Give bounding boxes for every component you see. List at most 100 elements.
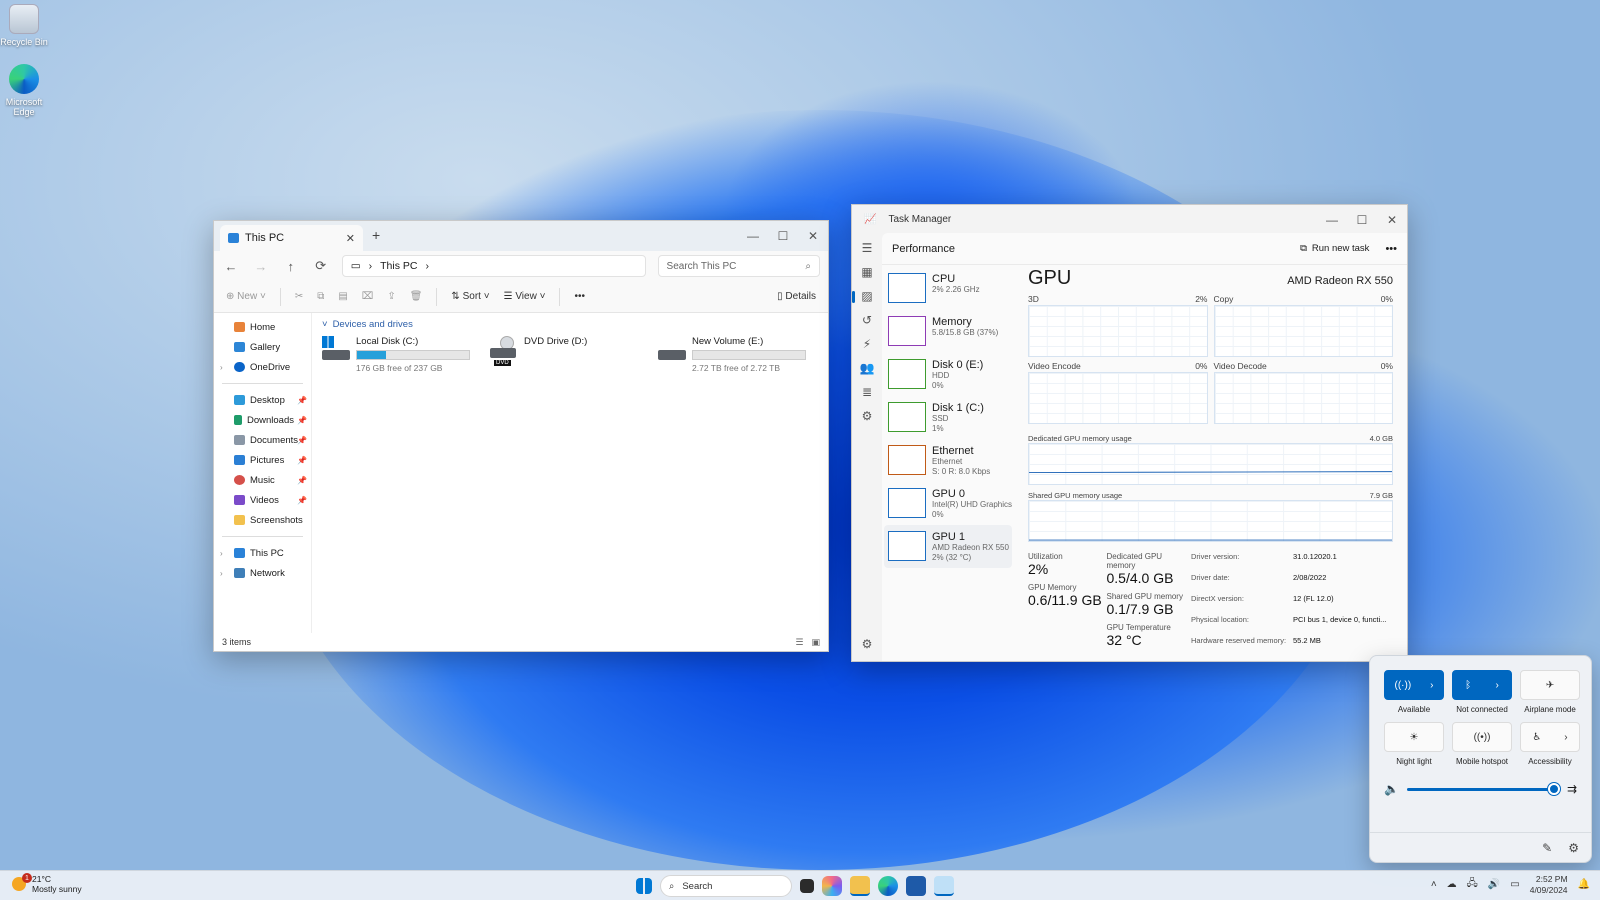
nav-screenshots[interactable]: Screenshots [214, 510, 311, 530]
address-bar[interactable]: ▭ › This PC › [341, 255, 646, 277]
pin-icon[interactable]: 📌 [297, 456, 307, 465]
engine-header[interactable]: Video Encode 0% [1028, 361, 1208, 372]
network-icon[interactable]: 🖧 [1467, 876, 1478, 893]
maximize-button[interactable]: ☐ [1347, 205, 1377, 235]
resource-item[interactable]: Disk 1 (C:) SSD 1% [884, 396, 1012, 439]
nav-pictures[interactable]: Pictures 📌 [214, 450, 311, 470]
engine-header[interactable]: Video Decode 0% [1214, 361, 1394, 372]
resource-item[interactable]: GPU 0 Intel(R) UHD Graphics ... 0% [884, 482, 1014, 525]
battery-icon[interactable]: ▭ [1510, 879, 1519, 890]
minimize-button[interactable]: — [738, 221, 768, 251]
drive-d[interactable]: DVD DVD Drive (D:) [490, 336, 638, 373]
close-button[interactable]: ✕ [798, 221, 828, 251]
notification-bell-icon[interactable]: 🔔 [1578, 879, 1590, 890]
refresh-button[interactable]: ⟳ [312, 258, 330, 274]
chevron-right-icon[interactable]: › [1564, 732, 1567, 743]
wifi-toggle[interactable]: ((·)) › [1384, 670, 1444, 700]
drive-e[interactable]: New Volume (E:) 2.72 TB free of 2.72 TB [658, 336, 806, 373]
onedrive-icon[interactable]: ☁ [1447, 879, 1457, 890]
task-view-icon[interactable] [800, 879, 814, 893]
users-icon[interactable]: 👥 [860, 361, 875, 375]
drive-c[interactable]: Local Disk (C:) 176 GB free of 237 GB [322, 336, 470, 373]
cut-icon[interactable]: ✂ [295, 291, 303, 302]
edge-icon[interactable] [878, 876, 898, 896]
close-tab-icon[interactable]: ✕ [346, 232, 355, 245]
app-history-icon[interactable]: ↺ [862, 313, 872, 327]
details-icon[interactable]: ≣ [862, 385, 872, 399]
run-new-task-button[interactable]: ⧉ Run new task [1300, 243, 1369, 254]
resource-item[interactable]: Memory 5.8/15.8 GB (37%) [884, 310, 1012, 353]
file-explorer-icon[interactable] [850, 876, 870, 896]
edit-icon[interactable]: ✎ [1542, 841, 1552, 855]
resource-item[interactable]: Disk 0 (E:) HDD 0% [884, 353, 1012, 396]
pin-icon[interactable]: 📌 [297, 396, 307, 405]
more-options-button[interactable]: ••• [574, 291, 585, 302]
more-options-button[interactable]: ••• [1385, 243, 1397, 255]
settings-icon[interactable]: ⚙ [862, 637, 873, 651]
new-tab-button[interactable]: + [372, 227, 380, 243]
bluetooth-toggle[interactable]: ᛒ › [1452, 670, 1512, 700]
nav-videos[interactable]: Videos 📌 [214, 490, 311, 510]
accessibility-toggle[interactable]: ♿ › [1520, 722, 1580, 752]
volume-slider[interactable] [1406, 782, 1561, 795]
pin-icon[interactable]: 📌 [297, 436, 307, 445]
chevron-right-icon[interactable]: › [1430, 680, 1433, 691]
tiles-view-icon[interactable]: ▣ [811, 637, 820, 648]
pin-icon[interactable]: 📌 [297, 496, 307, 505]
edge-shortcut[interactable]: Microsoft Edge [0, 64, 48, 117]
speaker-icon[interactable]: 🔈 [1384, 782, 1399, 796]
rename-icon[interactable]: ⌧ [362, 291, 374, 302]
back-button[interactable]: ← [222, 259, 240, 274]
nav-home[interactable]: Home [214, 317, 311, 337]
minimize-button[interactable]: — [1317, 205, 1347, 235]
pin-icon[interactable]: 📌 [297, 416, 307, 425]
close-button[interactable]: ✕ [1377, 205, 1407, 235]
settings-icon[interactable]: ⚙ [1568, 841, 1579, 855]
delete-icon[interactable]: 🗑 [410, 291, 423, 302]
night-light-toggle[interactable]: ☀ [1384, 722, 1444, 752]
share-icon[interactable]: ⇪ [387, 291, 395, 302]
task-manager-icon[interactable] [934, 876, 954, 896]
resource-item[interactable]: CPU 2% 2.26 GHz [884, 267, 1012, 310]
copy-icon[interactable]: ⧉ [317, 291, 324, 302]
new-button[interactable]: ⊕ New ˅ [226, 291, 266, 302]
up-button[interactable]: ↑ [282, 259, 300, 274]
forward-button[interactable]: → [252, 259, 270, 274]
copilot-icon[interactable] [822, 876, 842, 896]
breadcrumb-this-pc[interactable]: This PC [380, 260, 417, 272]
details-button[interactable]: ▯ Details [777, 291, 816, 302]
weather-widget[interactable]: 1 21°C Mostly sunny [12, 873, 82, 894]
search-input[interactable]: Search This PC ⌕ [657, 255, 820, 277]
resource-item[interactable]: Ethernet Ethernet S: 0 R: 8.0 Kbps [884, 439, 1012, 482]
engine-header[interactable]: 3D 2% [1028, 294, 1208, 305]
nav-desktop[interactable]: Desktop 📌 [214, 390, 311, 410]
engine-header[interactable]: Copy 0% [1214, 294, 1394, 305]
nav-onedrive[interactable]: › OneDrive [214, 357, 311, 377]
services-icon[interactable]: ⚙ [862, 409, 873, 423]
hotspot-toggle[interactable]: ((•)) [1452, 722, 1512, 752]
resource-item[interactable]: GPU 1 AMD Radeon RX 550 2% (32 °C) [884, 525, 1012, 568]
nav-network[interactable]: › Network [214, 563, 311, 583]
maximize-button[interactable]: ☐ [768, 221, 798, 251]
store-icon[interactable] [906, 876, 926, 896]
view-button[interactable]: ☰ View ˅ [504, 291, 546, 302]
chevron-right-icon[interactable]: › [1495, 680, 1498, 691]
nav-downloads[interactable]: Downloads 📌 [214, 410, 311, 430]
group-header[interactable]: ˅ Devices and drives [322, 319, 818, 330]
chevron-up-icon[interactable]: ˄ [1431, 879, 1437, 890]
nav-gallery[interactable]: Gallery [214, 337, 311, 357]
audio-output-icon[interactable]: ⇉ [1567, 782, 1577, 796]
performance-icon[interactable]: ▨ [852, 289, 873, 303]
airplane-toggle[interactable]: ✈ [1520, 670, 1580, 700]
tab-this-pc[interactable]: This PC ✕ [220, 225, 363, 251]
sort-button[interactable]: ⇅ Sort ˅ [451, 291, 489, 302]
nav-music[interactable]: Music 📌 [214, 470, 311, 490]
clock[interactable]: 2:52 PM 4/09/2024 [1530, 874, 1568, 895]
pin-icon[interactable]: 📌 [297, 476, 307, 485]
start-icon[interactable] [636, 878, 652, 894]
volume-knob[interactable] [1548, 782, 1561, 795]
taskbar-search[interactable]: ⌕ Search [660, 875, 792, 897]
recycle-bin[interactable]: Recycle Bin [0, 4, 48, 47]
paste-icon[interactable]: ▤ [338, 291, 347, 302]
hamburger-icon[interactable]: ☰ [862, 241, 873, 255]
